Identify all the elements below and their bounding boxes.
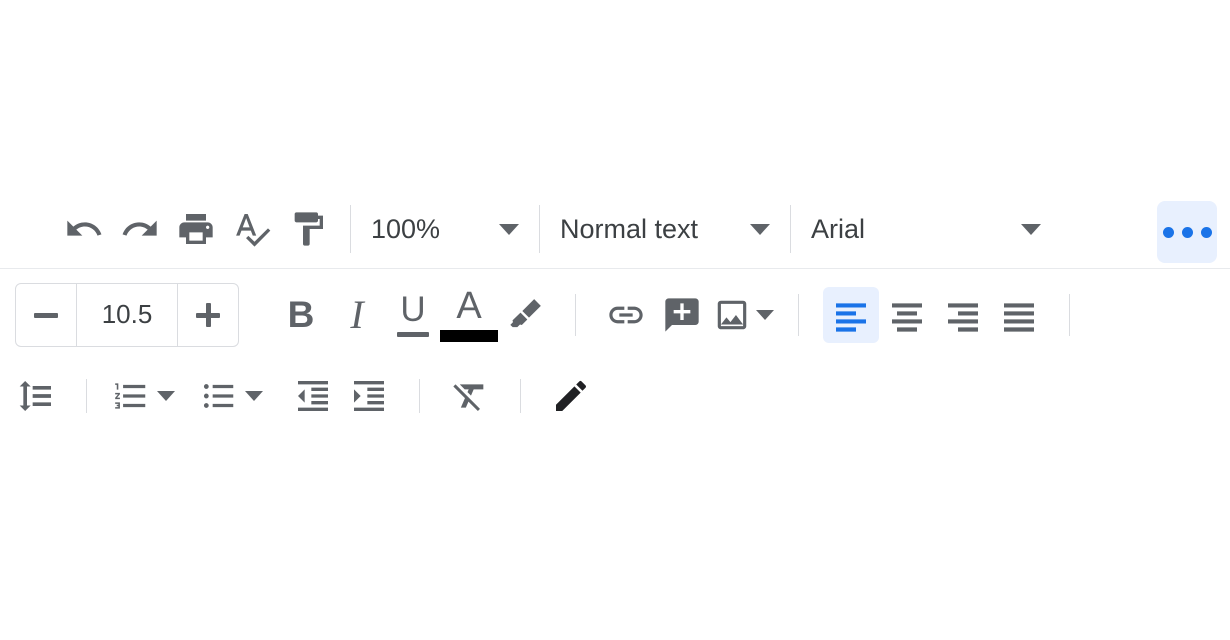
divider xyxy=(86,379,87,413)
numbered-list-icon xyxy=(115,383,146,409)
spellcheck-icon xyxy=(236,214,271,247)
more-horizontal-icon-dot xyxy=(1162,226,1174,238)
chevron-down-icon xyxy=(750,223,770,235)
font-size-input[interactable]: 10.5 xyxy=(76,283,178,346)
chevron-down-icon xyxy=(499,223,519,235)
link-icon xyxy=(609,306,643,323)
bold-button[interactable]: B xyxy=(273,287,329,343)
font-family-value: Arial xyxy=(811,213,866,244)
align-justify-button[interactable] xyxy=(991,287,1047,343)
align-left-icon xyxy=(836,302,866,332)
numbered-list-button[interactable] xyxy=(109,368,153,424)
divider xyxy=(350,205,351,253)
divider xyxy=(790,205,791,253)
chevron-down-icon xyxy=(1021,223,1041,235)
divider xyxy=(1069,293,1070,336)
bulleted-list-button[interactable] xyxy=(197,368,241,424)
editing-toolbar: 100% Normal text Arial 10.5 B I U A xyxy=(0,190,1230,432)
align-justify-icon xyxy=(1004,302,1034,332)
align-right-icon xyxy=(948,302,978,332)
more-options-button[interactable] xyxy=(1157,201,1217,263)
undo-icon xyxy=(67,220,102,236)
divider xyxy=(798,293,799,336)
highlighter-icon xyxy=(510,298,541,327)
zoom-dropdown[interactable]: 100% xyxy=(365,201,525,257)
line-spacing-icon xyxy=(19,381,51,411)
text-color-letter: A xyxy=(456,285,482,327)
underline-letter: U xyxy=(400,290,426,329)
insert-image-dropdown-chevron-down-icon[interactable] xyxy=(756,309,774,320)
bulleted-list-dropdown-chevron-down-icon[interactable] xyxy=(245,391,263,401)
increase-indent-icon xyxy=(354,381,384,411)
insert-image-button[interactable] xyxy=(710,287,754,343)
clear-formatting-button[interactable] xyxy=(442,368,498,424)
toolbar-row-primary: 100% Normal text Arial xyxy=(0,190,1230,268)
clear-formatting-icon xyxy=(453,384,484,411)
numbered-list-dropdown-chevron-down-icon[interactable] xyxy=(157,391,175,401)
increase-font-size-button[interactable] xyxy=(178,284,238,346)
align-center-button[interactable] xyxy=(879,287,935,343)
minus-icon xyxy=(34,303,58,327)
toolbar-row-paragraph xyxy=(0,360,1230,432)
text-color-button[interactable]: A xyxy=(440,287,498,343)
more-horizontal-icon-dot xyxy=(1181,226,1193,238)
spellcheck-button[interactable] xyxy=(224,201,280,257)
insert-link-button[interactable] xyxy=(598,287,654,343)
underline-button[interactable]: U xyxy=(385,287,441,343)
add-comment-icon xyxy=(665,297,699,332)
text-color-icon: A xyxy=(440,287,498,342)
text-color-swatch xyxy=(440,330,498,342)
align-right-button[interactable] xyxy=(935,287,991,343)
editing-mode-button[interactable] xyxy=(543,368,599,424)
align-center-icon xyxy=(892,302,922,332)
redo-button[interactable] xyxy=(112,201,168,257)
highlight-color-button[interactable] xyxy=(497,287,553,343)
underline-bar xyxy=(397,332,429,337)
toolbar-row-formatting: 10.5 B I U A xyxy=(0,268,1230,360)
decrease-font-size-button[interactable] xyxy=(16,284,76,346)
divider xyxy=(520,379,521,413)
bold-icon: B xyxy=(287,294,315,335)
redo-icon xyxy=(122,220,157,236)
print-icon xyxy=(179,214,213,244)
bulleted-list-icon xyxy=(203,384,234,408)
paragraph-style-value: Normal text xyxy=(560,213,699,244)
italic-button[interactable]: I xyxy=(329,287,385,343)
increase-indent-button[interactable] xyxy=(341,368,397,424)
divider xyxy=(575,293,576,336)
zoom-value: 100% xyxy=(371,213,441,244)
align-left-button[interactable] xyxy=(823,286,879,343)
line-spacing-button[interactable] xyxy=(8,368,64,424)
undo-button[interactable] xyxy=(56,201,112,257)
more-horizontal-icon-dot xyxy=(1200,226,1212,238)
pencil-icon xyxy=(556,380,587,411)
paragraph-style-dropdown[interactable]: Normal text xyxy=(554,201,776,257)
divider xyxy=(419,379,420,413)
decrease-indent-button[interactable] xyxy=(285,368,341,424)
plus-icon xyxy=(196,302,220,327)
paint-format-icon xyxy=(294,212,323,246)
font-family-dropdown[interactable]: Arial xyxy=(805,201,1047,257)
add-comment-button[interactable] xyxy=(654,287,710,343)
print-button[interactable] xyxy=(168,201,224,257)
italic-icon: I xyxy=(350,291,364,337)
paint-format-button[interactable] xyxy=(280,201,336,257)
image-icon xyxy=(717,300,747,329)
underline-icon: U xyxy=(397,292,429,337)
divider xyxy=(539,205,540,253)
decrease-indent-icon xyxy=(298,381,328,411)
font-size-stepper[interactable]: 10.5 xyxy=(15,282,239,347)
